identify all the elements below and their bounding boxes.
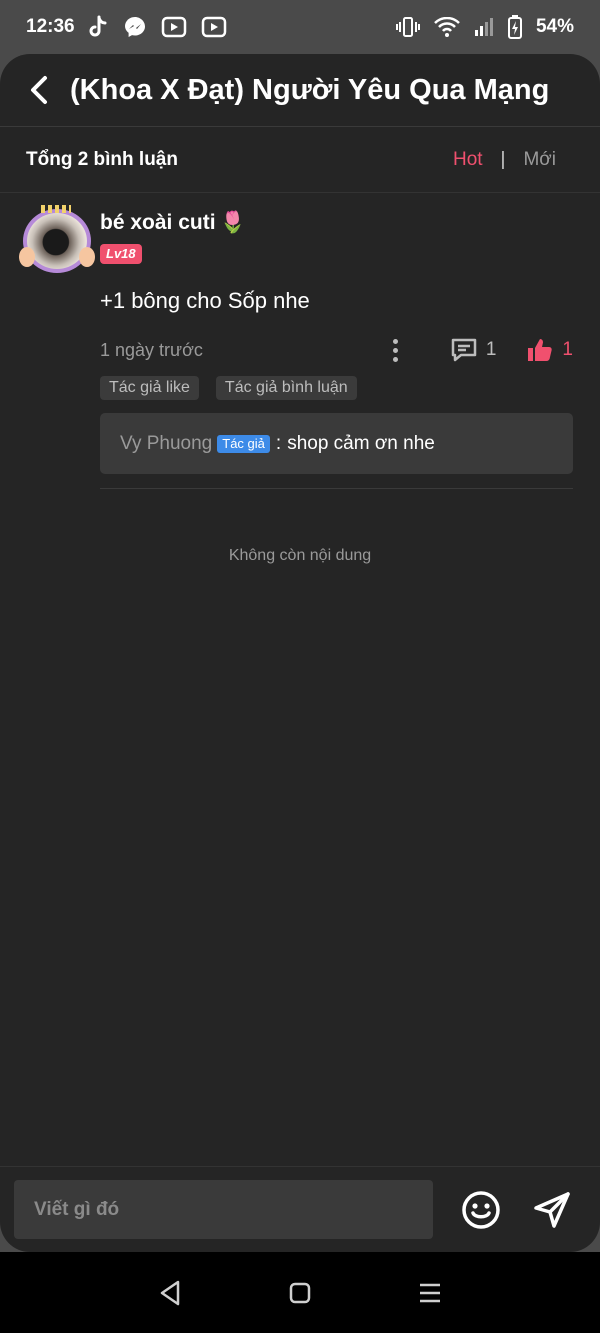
status-time: 12:36 <box>26 16 75 37</box>
reply-button[interactable]: 1 <box>450 337 497 363</box>
divider <box>100 488 573 489</box>
comment-total: Tổng 2 bình luận <box>26 148 178 170</box>
square-home-icon <box>289 1282 311 1303</box>
menu-lines-icon <box>420 1283 440 1302</box>
sort-options: Hot | Mới <box>453 149 574 171</box>
battery-icon <box>507 15 522 39</box>
sort-new-tab[interactable]: Mới <box>523 149 556 171</box>
reply-preview[interactable]: Vy Phuong Tác giả : shop cảm ơn nhe <box>100 413 573 474</box>
comment-meta: 1 ngày trước 1 1 <box>100 334 573 366</box>
reply-text: shop cảm ơn nhe <box>287 432 435 454</box>
nav-menu-button[interactable] <box>415 1278 445 1308</box>
thumbs-up-icon <box>528 339 553 361</box>
page-title: (Khoa X Đạt) Người Yêu Qua Mạng <box>70 73 550 106</box>
end-of-list-text: Không còn nội dung <box>228 547 372 564</box>
sort-separator: | <box>500 148 506 170</box>
comment-actions: 1 1 <box>384 335 573 365</box>
comment-input[interactable] <box>14 1180 433 1239</box>
notification-icons <box>87 15 227 39</box>
system-icons: 54% <box>395 15 574 39</box>
tag-author-comment: Tác giả bình luận <box>215 376 357 400</box>
back-button[interactable] <box>24 70 54 110</box>
like-button[interactable]: 1 <box>526 337 573 363</box>
author-tags: Tác giả like Tác giả bình luận <box>100 376 573 400</box>
sort-hot-tab[interactable]: Hot <box>453 149 483 171</box>
comment-username[interactable]: bé xoài cuti 🌷 <box>100 209 573 237</box>
author-badge: Tác giả <box>217 434 270 453</box>
emoji-button[interactable] <box>460 1189 502 1231</box>
chevron-left-icon <box>31 76 47 104</box>
status-bar: 12:36 54% <box>0 0 600 54</box>
header: (Khoa X Đạt) Người Yêu Qua Mạng <box>0 54 600 127</box>
vibrate-icon <box>395 16 420 38</box>
wifi-icon <box>434 17 460 37</box>
smiley-icon <box>462 1190 500 1229</box>
send-button[interactable] <box>531 1189 573 1231</box>
send-icon <box>534 1191 570 1228</box>
nav-home-button[interactable] <box>285 1278 315 1308</box>
battery-level: 54% <box>535 16 574 37</box>
reply-author: Vy Phuong <box>120 432 213 454</box>
signal-icon <box>474 17 494 37</box>
comment-composer <box>0 1166 600 1252</box>
comment-item: bé xoài cuti 🌷 Lv18 +1 bông cho Sốp nhe … <box>0 193 600 489</box>
avatar[interactable] <box>19 205 95 273</box>
comment-icon <box>451 338 477 362</box>
triangle-back-icon <box>160 1280 180 1305</box>
comments-sheet: (Khoa X Đạt) Người Yêu Qua Mạng Tổng 2 b… <box>0 54 600 1252</box>
messenger-icon <box>123 15 147 39</box>
username-text: bé xoài cuti <box>100 211 216 234</box>
tiktok-icon <box>87 15 109 39</box>
reply-count: 1 <box>485 339 497 360</box>
comment-content: +1 bông cho Sốp nhe <box>100 288 310 313</box>
more-options-button[interactable] <box>384 335 408 365</box>
youtube-icon <box>201 16 227 38</box>
comment-time: 1 ngày trước <box>100 339 203 360</box>
tulip-emoji-icon: 🌷 <box>219 211 246 234</box>
reply-separator: : <box>275 432 282 454</box>
nav-back-button[interactable] <box>155 1278 185 1308</box>
level-badge: Lv18 <box>100 244 142 264</box>
comment-filter-bar: Tổng 2 bình luận Hot | Mới <box>0 127 600 193</box>
tag-author-like: Tác giả like <box>100 376 199 400</box>
youtube-icon <box>161 16 187 38</box>
system-nav-bar <box>0 1252 600 1333</box>
like-count: 1 <box>562 339 573 360</box>
